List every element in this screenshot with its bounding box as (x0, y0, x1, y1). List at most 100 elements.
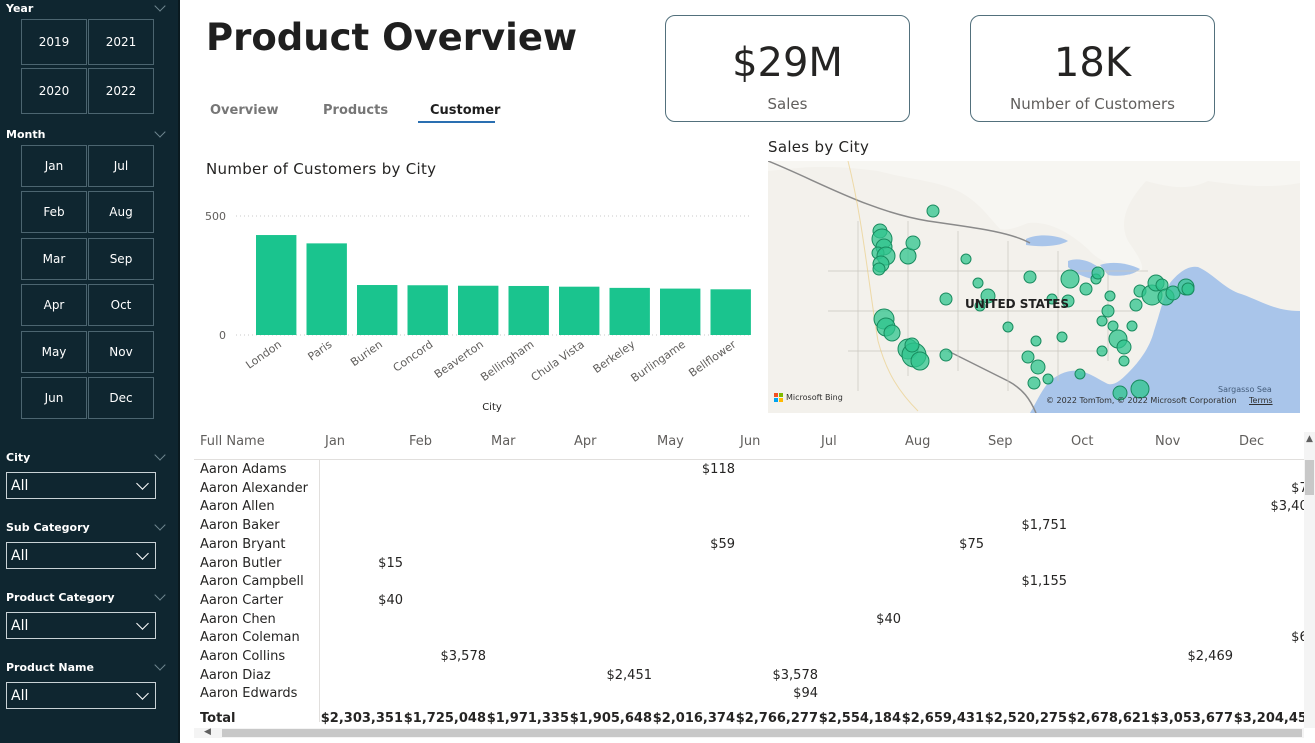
month-dec-button[interactable]: Dec (88, 377, 154, 419)
city-bubble[interactable] (910, 351, 930, 371)
product-name-collapse-chevron-icon[interactable] (154, 659, 166, 671)
city-bubble[interactable] (1042, 373, 1054, 385)
matrix-header-may[interactable]: May (657, 434, 684, 449)
tab-overview[interactable]: Overview (210, 103, 279, 118)
row-name[interactable]: Aaron Chen (200, 612, 276, 627)
month-apr-button[interactable]: Apr (21, 284, 87, 326)
city-bubble[interactable] (1116, 339, 1132, 355)
row-name[interactable]: Aaron Coleman (200, 630, 300, 645)
city-bubble[interactable] (905, 235, 921, 251)
matrix-header-nov[interactable]: Nov (1155, 434, 1180, 449)
vertical-scrollbar-thumb[interactable] (1305, 460, 1314, 495)
city-bubble[interactable] (1030, 335, 1042, 347)
bar-bellflower[interactable] (710, 289, 751, 335)
year-2022-button[interactable]: 2022 (88, 68, 154, 114)
month-nov-button[interactable]: Nov (88, 331, 154, 373)
product-category-collapse-chevron-icon[interactable] (154, 589, 166, 601)
city-bubble[interactable] (1079, 282, 1093, 296)
bar-paris[interactable] (306, 243, 347, 335)
city-bubble[interactable] (904, 337, 920, 353)
row-name[interactable]: Aaron Diaz (200, 668, 271, 683)
month-jun-button[interactable]: Jun (21, 377, 87, 419)
city-bubble[interactable] (1023, 270, 1037, 284)
city-bubble[interactable] (1021, 350, 1035, 364)
month-mar-button[interactable]: Mar (21, 238, 87, 280)
city-bubble[interactable] (1060, 269, 1080, 289)
bar-concord[interactable] (407, 285, 448, 335)
tab-products[interactable]: Products (323, 103, 388, 118)
bar-london[interactable] (256, 235, 297, 335)
month-jul-button[interactable]: Jul (88, 145, 154, 187)
scroll-left-arrow-icon[interactable]: ◀ (204, 727, 211, 737)
city-bubble[interactable] (1104, 290, 1116, 302)
sales-matrix[interactable]: Full Name Total Jan Feb Mar Apr May Jun Jul Aug… (194, 430, 1304, 728)
bar-burien[interactable] (357, 285, 398, 335)
sales-by-city-map[interactable]: UNITED STATES Sargasso Sea Microsoft Bin… (768, 161, 1300, 413)
matrix-header-jun[interactable]: Jun (740, 434, 760, 449)
map-terms-link[interactable]: Terms (1249, 396, 1273, 405)
matrix-header-dec[interactable]: Dec (1239, 434, 1264, 449)
month-feb-button[interactable]: Feb (21, 191, 87, 233)
year-2019-button[interactable]: 2019 (21, 19, 87, 65)
city-bubble[interactable] (1096, 315, 1108, 327)
bar-chula-vista[interactable] (559, 286, 600, 335)
city-bubble[interactable] (1091, 266, 1105, 280)
product-category-dropdown[interactable]: All (6, 612, 156, 639)
month-sep-button[interactable]: Sep (88, 238, 154, 280)
city-bubble[interactable] (1074, 368, 1086, 380)
matrix-header-jan[interactable]: Jan (325, 434, 345, 449)
city-bubble[interactable] (1181, 282, 1195, 296)
matrix-header-feb[interactable]: Feb (409, 434, 432, 449)
bar-berkeley[interactable] (609, 287, 650, 335)
tab-customer[interactable]: Customer (430, 103, 500, 118)
city-bubble[interactable] (960, 253, 972, 265)
sub-category-dropdown[interactable]: All (6, 542, 156, 569)
city-bubble[interactable] (1129, 298, 1143, 312)
month-oct-button[interactable]: Oct (88, 284, 154, 326)
month-may-button[interactable]: May (21, 331, 87, 373)
city-bubble[interactable] (1027, 376, 1041, 390)
sub-category-collapse-chevron-icon[interactable] (154, 519, 166, 531)
city-bubble[interactable] (939, 292, 953, 306)
year-2021-button[interactable]: 2021 (88, 19, 154, 65)
city-bubble[interactable] (1101, 304, 1115, 318)
city-bubble[interactable] (883, 324, 901, 342)
row-name[interactable]: Aaron Butler (200, 556, 281, 571)
city-bubble[interactable] (1126, 320, 1138, 332)
city-collapse-chevron-icon[interactable] (154, 449, 166, 461)
matrix-header-jul[interactable]: Jul (821, 434, 837, 449)
matrix-header-aug[interactable]: Aug (905, 434, 930, 449)
row-name[interactable]: Aaron Alexander (200, 481, 308, 496)
scroll-up-arrow-icon[interactable]: ▲ (1306, 434, 1313, 444)
month-jan-button[interactable]: Jan (21, 145, 87, 187)
row-name[interactable]: Aaron Edwards (200, 686, 297, 701)
bar-beaverton[interactable] (458, 285, 499, 335)
year-2020-button[interactable]: 2020 (21, 68, 87, 114)
city-bubble[interactable] (1030, 359, 1046, 375)
row-name[interactable]: Aaron Campbell (200, 574, 304, 589)
row-name[interactable]: Aaron Collins (200, 649, 285, 664)
city-bubble[interactable] (972, 277, 984, 289)
bar-burlingame[interactable] (660, 288, 701, 335)
matrix-header-sep[interactable]: Sep (988, 434, 1013, 449)
month-aug-button[interactable]: Aug (88, 191, 154, 233)
city-bubble[interactable] (1002, 321, 1014, 333)
month-collapse-chevron-icon[interactable] (154, 126, 166, 138)
row-name[interactable]: Aaron Carter (200, 593, 283, 608)
row-name[interactable]: Aaron Allen (200, 499, 275, 514)
city-dropdown[interactable]: All (6, 472, 156, 499)
matrix-header-full-name[interactable]: Full Name (200, 434, 265, 449)
city-bubble[interactable] (939, 348, 953, 362)
product-name-dropdown[interactable]: All (6, 682, 156, 709)
city-bubble[interactable] (1118, 355, 1130, 367)
city-bubble[interactable] (872, 262, 886, 276)
city-bubble[interactable] (1096, 345, 1108, 357)
bar-bellingham[interactable] (508, 285, 549, 335)
matrix-header-apr[interactable]: Apr (574, 434, 597, 449)
matrix-header-oct[interactable]: Oct (1071, 434, 1093, 449)
row-name[interactable]: Aaron Adams (200, 462, 287, 477)
city-bubble[interactable] (926, 204, 940, 218)
year-collapse-chevron-icon[interactable] (154, 0, 166, 12)
matrix-header-mar[interactable]: Mar (491, 434, 516, 449)
city-bubble[interactable] (1107, 320, 1119, 332)
